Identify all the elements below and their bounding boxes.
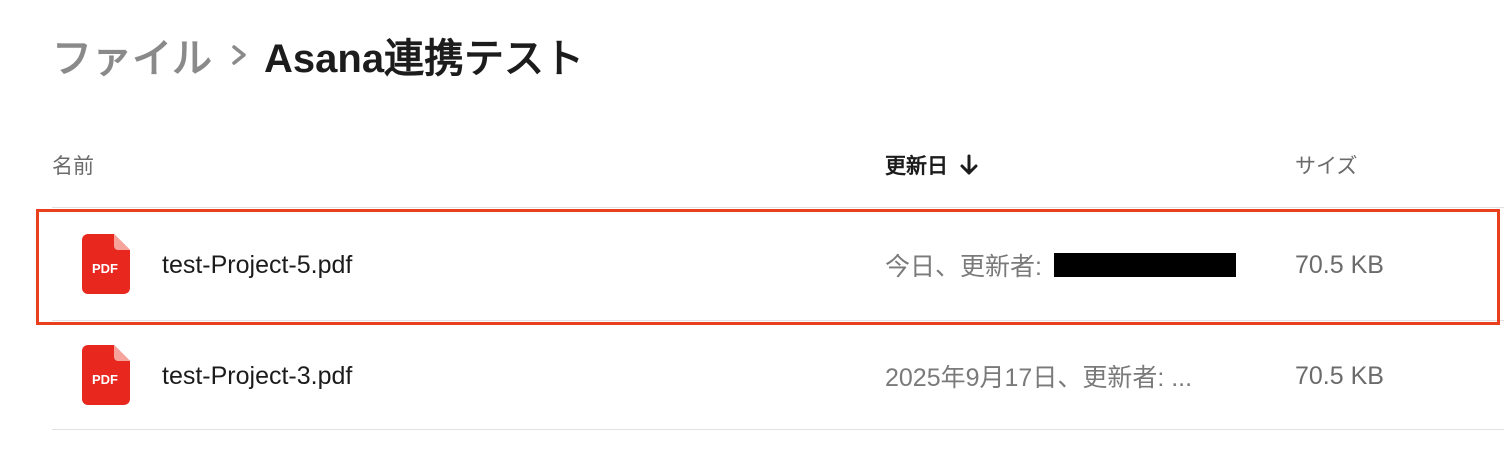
column-header-updated-label: 更新日 xyxy=(885,155,948,178)
file-name[interactable]: test-Project-5.pdf xyxy=(162,210,352,320)
column-header-name-label: 名前 xyxy=(52,155,94,178)
chevron-right-icon xyxy=(232,45,246,65)
pdf-icon: PDF xyxy=(82,234,130,294)
pdf-icon-label: PDF xyxy=(92,261,118,276)
file-name[interactable]: test-Project-3.pdf xyxy=(162,321,352,431)
column-header-size[interactable]: サイズ xyxy=(1295,150,1357,180)
file-updated-text: 今日、更新者: xyxy=(885,253,1042,281)
breadcrumb-files-link[interactable]: ファイル xyxy=(52,26,212,84)
file-updated: 2025年9月17日、更新者: ... xyxy=(885,321,1245,431)
breadcrumb: ファイル Asana連携テスト xyxy=(52,28,584,82)
header-divider xyxy=(52,207,1504,208)
file-size: 70.5 KB xyxy=(1295,362,1384,390)
file-updated: 今日、更新者: xyxy=(885,210,1245,320)
pdf-icon-label: PDF xyxy=(92,372,118,387)
row-divider xyxy=(52,429,1504,430)
file-size: 70.5 KB xyxy=(1295,251,1384,279)
redacted-username xyxy=(1053,253,1236,277)
column-header-updated[interactable]: 更新日 xyxy=(885,150,980,180)
sort-descending-arrow-icon xyxy=(960,154,978,175)
pdf-icon: PDF xyxy=(82,345,130,405)
column-header-name[interactable]: 名前 xyxy=(52,150,94,180)
page-title: Asana連携テスト xyxy=(264,37,585,81)
file-updated-text: 2025年9月17日、更新者: ... xyxy=(885,364,1193,392)
column-header-size-label: サイズ xyxy=(1295,155,1358,178)
file-row[interactable]: PDF test-Project-5.pdf 今日、更新者: 70.5 KB xyxy=(52,210,1504,320)
file-row[interactable]: PDF test-Project-3.pdf 2025年9月17日、更新者: .… xyxy=(52,321,1504,431)
